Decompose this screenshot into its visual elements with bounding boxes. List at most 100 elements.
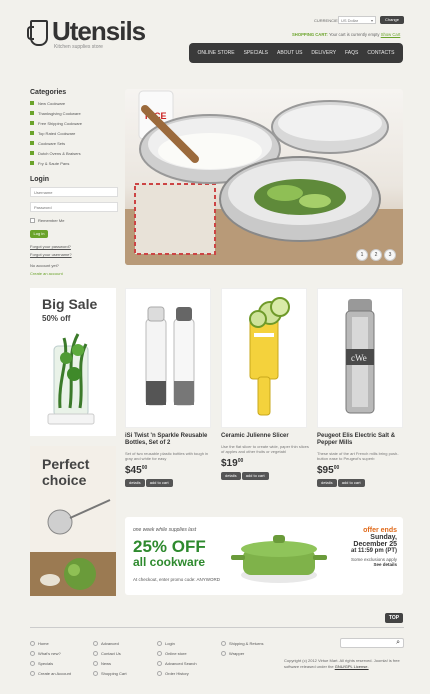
logo-text[interactable]: Utensils [52, 16, 146, 47]
forgot-password-link[interactable]: Forgot your password? [30, 244, 71, 249]
bottles-image [145, 306, 195, 406]
nav-specials[interactable]: SPECIALS [244, 50, 268, 56]
login-title: Login [30, 176, 50, 183]
product-image-bottles[interactable] [125, 288, 211, 428]
copyright-text: Copyright (c) 2012 Virtue Mart. All righ… [284, 658, 400, 669]
login-button[interactable]: Log in [30, 230, 48, 238]
category-item[interactable]: Dutch Ovens & Braisers [30, 148, 118, 158]
footer-link[interactable]: Contact Us [93, 651, 127, 656]
details-button[interactable]: details [125, 479, 145, 487]
remember-label: Remember Me [38, 218, 65, 223]
show-cart-link[interactable]: Show Cart [381, 32, 401, 37]
product-card-slicer: Ceramic Julienne Slicer Use the flat sli… [221, 433, 313, 480]
details-button[interactable]: details [317, 479, 337, 487]
category-label: Dutch Ovens & Braisers [38, 150, 81, 156]
footer-link[interactable]: News [93, 661, 127, 666]
footer-link[interactable]: Wrapper [221, 651, 263, 656]
nav-online-store[interactable]: ONLINE STORE [197, 50, 234, 56]
perfect-choice-promo[interactable]: Perfect choice [30, 446, 116, 596]
product-name[interactable]: Peugeot Elis Electric Salt & Pepper Mill… [317, 433, 405, 447]
footer-link[interactable]: Advanced [93, 641, 127, 646]
bullet-icon [30, 131, 34, 135]
category-item[interactable]: Thanksgiving Cookware [30, 108, 118, 118]
remember-me[interactable]: Remember Me [30, 218, 64, 223]
footer-column-4: Shipping & Returns Wrapper [221, 641, 263, 656]
license-link[interactable]: GNU/GPL License. [335, 664, 369, 669]
bullet-icon [93, 661, 98, 666]
big-sale-title: Big Sale [42, 296, 98, 312]
slider-page-3[interactable]: 3 [384, 249, 396, 261]
product-image-mills[interactable]: cWe [317, 288, 403, 428]
no-account-text: No account yet? [30, 263, 59, 268]
footer-link[interactable]: Order History [157, 671, 197, 676]
banner-promo-code: At checkout, enter promo code: ANYWORD [133, 577, 221, 582]
add-to-cart-button[interactable]: add to cart [145, 479, 173, 487]
footer-link[interactable]: Specials [30, 661, 71, 666]
bullet-icon [157, 641, 162, 646]
category-list: New Cookware Thanksgiving Cookware Free … [30, 98, 118, 168]
cookware-sale-banner[interactable]: one week while supplies last 25% OFF all… [125, 517, 403, 595]
footer-column-2: Advanced Contact Us News Shopping Cart [93, 641, 127, 676]
product-name[interactable]: iSi Twist 'n Sparkle Reusable Bottles, S… [125, 433, 217, 447]
product-name[interactable]: Ceramic Julienne Slicer [221, 433, 313, 440]
footer-link[interactable]: Shipping & Returns [221, 641, 263, 646]
bullet-icon [93, 641, 98, 646]
bullet-icon [30, 651, 35, 656]
bullet-icon [30, 161, 34, 165]
category-label: Thanksgiving Cookware [38, 110, 81, 116]
slider-page-1[interactable]: 1 [356, 249, 368, 261]
banner-subheadline: all cookware [133, 555, 206, 569]
add-to-cart-button[interactable]: add to cart [337, 479, 365, 487]
search-icon[interactable]: ⌕ [396, 639, 400, 647]
chevron-down-icon: ▾ [370, 18, 373, 23]
bullet-icon [157, 671, 162, 676]
footer-search-input[interactable]: ⌕ [340, 638, 404, 648]
see-details-link[interactable]: See details [337, 562, 397, 567]
footer-link[interactable]: Online store [157, 651, 197, 656]
footer-link[interactable]: Create an Account [30, 671, 71, 676]
back-to-top-button[interactable]: TOP [385, 613, 403, 623]
remember-checkbox[interactable] [30, 218, 35, 223]
product-actions: details add to cart [125, 479, 217, 487]
product-card-bottles: iSi Twist 'n Sparkle Reusable Bottles, S… [125, 433, 217, 487]
footer-link[interactable]: Home [30, 641, 71, 646]
category-item[interactable]: Cookware Sets [30, 138, 118, 148]
details-button[interactable]: details [221, 472, 241, 480]
bullet-icon [30, 101, 34, 105]
bullet-icon [30, 661, 35, 666]
add-to-cart-button[interactable]: add to cart [241, 472, 269, 480]
bullet-icon [157, 661, 162, 666]
username-input[interactable] [30, 187, 118, 197]
footer-column-1: Home What's new? Specials Create an Acco… [30, 641, 71, 676]
nav-about-us[interactable]: ABOUT US [277, 50, 302, 56]
create-account-link[interactable]: Create an account [30, 271, 63, 276]
nav-delivery[interactable]: DELIVERY [311, 50, 336, 56]
big-sale-promo[interactable]: Big Sale 50% off [30, 288, 116, 436]
category-label: Top Rated Cookware [38, 130, 76, 136]
cart-text: Your cart is currently empty [328, 32, 380, 37]
category-item[interactable]: Top Rated Cookware [30, 128, 118, 138]
footer-link[interactable]: Login [157, 641, 197, 646]
nav-faqs[interactable]: FAQS [345, 50, 358, 56]
nav-contacts[interactable]: CONTACTS [367, 50, 394, 56]
footer-link[interactable]: Shopping Cart [93, 671, 127, 676]
logo-icon [27, 20, 48, 46]
footer-link[interactable]: What's new? [30, 651, 71, 656]
category-item[interactable]: Fry & Saute Pans [30, 158, 118, 168]
category-item[interactable]: Free Shipping Cookware [30, 118, 118, 128]
hero-slider[interactable]: RICE [125, 89, 403, 265]
bullet-icon [30, 151, 34, 155]
password-input[interactable] [30, 202, 118, 212]
product-price: $4500 [125, 465, 148, 476]
bullet-icon [30, 111, 34, 115]
offer-ends-text: offer ends [363, 527, 397, 534]
currency-select[interactable]: US Dollar ▾ [338, 16, 376, 24]
forgot-username-link[interactable]: Forgot your username? [30, 252, 72, 257]
product-desc: These state of the art French mills brin… [317, 451, 399, 461]
slider-page-2[interactable]: 2 [370, 249, 382, 261]
footer-link[interactable]: Advanced Search [157, 661, 197, 666]
category-item[interactable]: New Cookware [30, 98, 118, 108]
product-image-slicer[interactable] [221, 288, 307, 428]
bullet-icon [30, 141, 34, 145]
currency-change-button[interactable]: Change [380, 16, 404, 24]
